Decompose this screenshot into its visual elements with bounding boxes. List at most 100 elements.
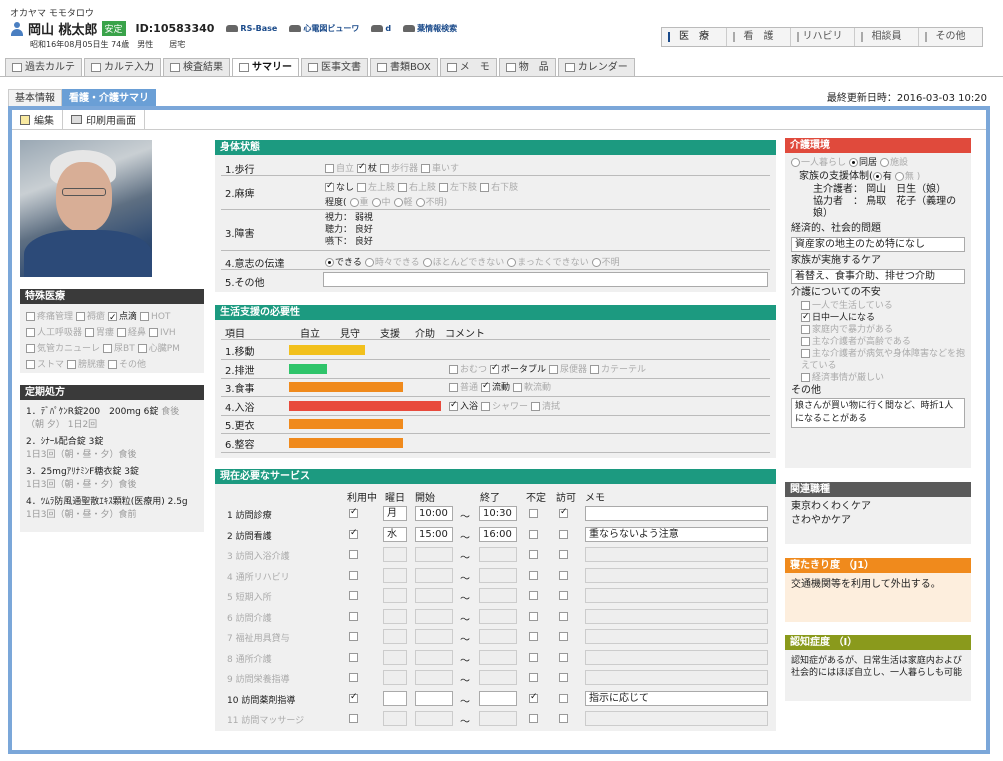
service-visit-checkbox[interactable] xyxy=(559,714,568,723)
tab-summary[interactable]: サマリー xyxy=(232,58,299,76)
service-day-input[interactable] xyxy=(383,711,407,726)
service-start-input[interactable]: 15:00 xyxy=(415,526,453,542)
paralysis-option-4[interactable]: 右下肢 xyxy=(480,180,518,193)
support-option-0[interactable]: 有 xyxy=(872,170,892,184)
service-end-input[interactable]: 16:00 xyxy=(479,526,517,542)
need-option-1[interactable]: 流動 xyxy=(481,380,510,393)
tab-goods[interactable]: 物 品 xyxy=(498,58,556,76)
link-rs-base[interactable]: RS-Base xyxy=(226,24,277,33)
anxiety-option-3[interactable]: 主な介護者が高齢である xyxy=(801,336,965,348)
service-start-input[interactable] xyxy=(415,670,453,685)
communication-option-0[interactable]: できる xyxy=(325,255,362,268)
service-day-input[interactable]: 水 xyxy=(383,526,407,542)
service-day-input[interactable] xyxy=(383,588,407,603)
service-use-checkbox[interactable] xyxy=(349,673,358,682)
service-memo-input[interactable] xyxy=(585,588,768,603)
paralysis-option-1[interactable]: 左上肢 xyxy=(357,180,395,193)
service-visit-checkbox[interactable] xyxy=(559,611,568,621)
walk-option-2[interactable]: 歩行器 xyxy=(380,161,418,174)
need-option-1[interactable]: シャワー xyxy=(481,399,528,412)
service-day-input[interactable] xyxy=(383,649,407,665)
service-start-input[interactable] xyxy=(415,711,453,726)
special-care-option-0[interactable]: 疼痛管理 xyxy=(26,309,73,325)
service-end-input[interactable] xyxy=(479,547,517,562)
link-d[interactable]: d xyxy=(371,24,391,33)
service-end-input[interactable] xyxy=(479,670,517,685)
living-option-0[interactable]: 一人暮らし xyxy=(791,156,846,170)
special-care-option-3[interactable]: HOT xyxy=(140,309,170,325)
service-memo-input[interactable] xyxy=(585,608,768,624)
service-end-input[interactable] xyxy=(479,690,517,706)
service-start-input[interactable]: 10:00 xyxy=(415,506,453,521)
support-option-1[interactable]: 無 ) xyxy=(894,170,920,184)
tab-medical-docs[interactable]: 医事文書 xyxy=(301,58,368,76)
service-day-input[interactable] xyxy=(383,629,407,644)
service-undetermined-checkbox[interactable] xyxy=(529,550,538,559)
tab-test-results[interactable]: 検査結果 xyxy=(163,58,230,76)
degree-option-1[interactable]: 中 xyxy=(371,195,391,208)
need-option-3[interactable]: カテーテル xyxy=(590,362,646,375)
degree-option-3[interactable]: 不明) xyxy=(415,195,447,208)
special-care-option-8[interactable]: 気管カニューレ xyxy=(26,341,100,357)
special-care-option-5[interactable]: 胃瘻 xyxy=(85,325,114,341)
service-end-input[interactable] xyxy=(479,588,517,603)
living-option-2[interactable]: 施設 xyxy=(880,156,908,170)
special-care-option-10[interactable]: 心臓PM xyxy=(137,341,180,357)
service-visit-checkbox[interactable] xyxy=(559,591,568,600)
service-visit-checkbox[interactable] xyxy=(559,652,568,662)
walk-option-1[interactable]: 杖 xyxy=(357,161,377,174)
tab-memo[interactable]: メ モ xyxy=(439,58,497,76)
service-end-input[interactable] xyxy=(479,649,517,665)
service-use-checkbox[interactable] xyxy=(349,570,358,580)
care-other-input[interactable]: 娘さんが買い物に行く間など、時折1人になることがある xyxy=(791,398,965,428)
service-use-checkbox[interactable] xyxy=(349,550,358,559)
service-visit-checkbox[interactable] xyxy=(559,673,568,682)
anxiety-option-2[interactable]: 家庭内で暴力がある xyxy=(801,324,965,336)
anxiety-option-1[interactable]: 日中一人になる xyxy=(801,311,965,324)
link-ecg-viewer[interactable]: 心電図ビューワ xyxy=(289,23,359,34)
service-start-input[interactable] xyxy=(415,649,453,665)
degree-option-0[interactable]: 重 xyxy=(349,195,369,208)
service-memo-input[interactable] xyxy=(585,567,768,583)
special-care-option-2[interactable]: 点滴 xyxy=(108,309,137,326)
living-option-1[interactable]: 同居 xyxy=(849,156,877,170)
service-memo-input[interactable] xyxy=(585,629,768,644)
special-care-option-9[interactable]: 尿BT xyxy=(103,341,135,357)
tab-calendar[interactable]: カレンダー xyxy=(557,58,635,76)
service-start-input[interactable] xyxy=(415,588,453,603)
link-drug-search[interactable]: 薬情報検索 xyxy=(403,23,457,34)
service-undetermined-checkbox[interactable] xyxy=(529,529,538,539)
need-option-0[interactable]: 入浴 xyxy=(449,399,478,412)
tab-karte-input[interactable]: カルテ入力 xyxy=(84,58,161,76)
service-undetermined-checkbox[interactable] xyxy=(529,632,538,641)
tab-past-karte[interactable]: 過去カルテ xyxy=(5,58,82,76)
degree-option-2[interactable]: 軽 xyxy=(393,195,413,208)
need-option-2[interactable]: 軟流動 xyxy=(513,380,551,393)
service-visit-checkbox[interactable] xyxy=(559,693,568,703)
other-input[interactable] xyxy=(323,272,768,287)
edit-button[interactable]: 編集 xyxy=(12,110,63,129)
service-memo-input[interactable] xyxy=(585,711,768,726)
service-day-input[interactable]: 月 xyxy=(383,506,407,521)
special-care-option-6[interactable]: 経鼻 xyxy=(117,325,146,341)
service-end-input[interactable] xyxy=(479,567,517,583)
special-care-option-7[interactable]: IVH xyxy=(149,325,176,341)
communication-option-1[interactable]: 時々できる xyxy=(364,255,420,268)
service-end-input[interactable] xyxy=(479,629,517,644)
paralysis-option-3[interactable]: 左下肢 xyxy=(439,180,477,193)
anxiety-option-5[interactable]: 経済事情が厳しい xyxy=(801,372,965,384)
service-undetermined-checkbox[interactable] xyxy=(529,673,538,682)
print-button[interactable]: 印刷用画面 xyxy=(63,110,145,129)
service-visit-checkbox[interactable] xyxy=(559,507,568,518)
service-undetermined-checkbox[interactable] xyxy=(529,652,538,662)
service-start-input[interactable] xyxy=(415,608,453,624)
service-visit-checkbox[interactable] xyxy=(559,632,568,641)
family-care-input[interactable]: 着替え、食事介助、排せつ介助 xyxy=(791,269,965,284)
service-day-input[interactable] xyxy=(383,690,407,706)
service-visit-checkbox[interactable] xyxy=(559,550,568,559)
service-day-input[interactable] xyxy=(383,670,407,685)
service-end-input[interactable] xyxy=(479,711,517,726)
service-memo-input[interactable] xyxy=(585,506,768,521)
service-use-checkbox[interactable] xyxy=(349,632,358,641)
service-use-checkbox[interactable] xyxy=(349,611,358,621)
